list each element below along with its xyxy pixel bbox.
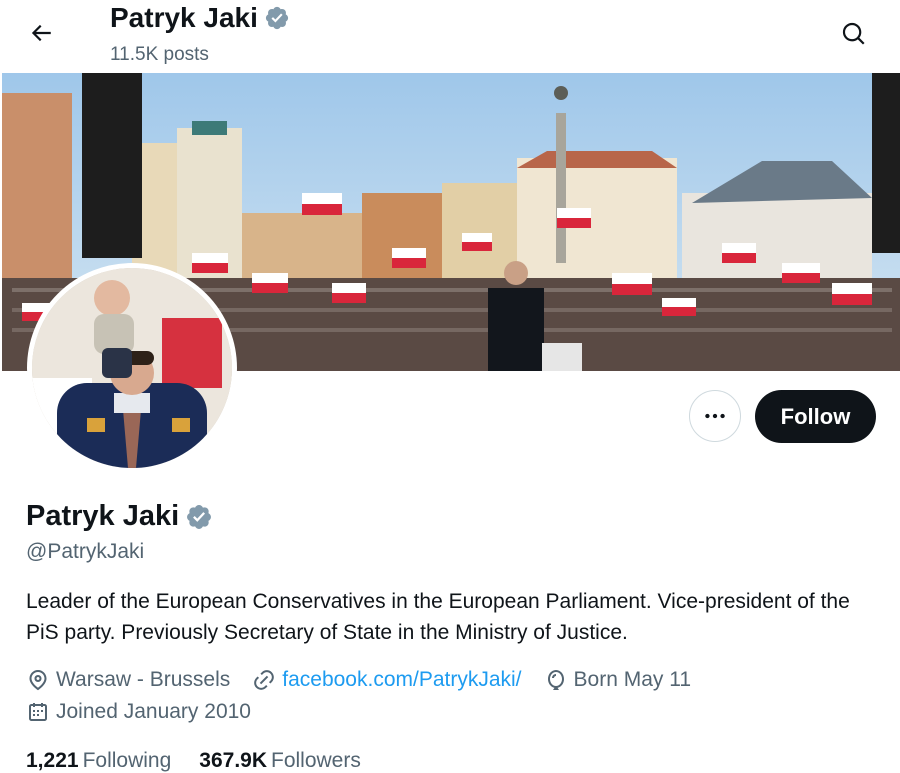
back-button[interactable] <box>22 14 60 52</box>
link-icon <box>254 670 275 690</box>
following-label: Following <box>82 749 172 772</box>
header-title: Patryk Jaki <box>110 2 290 34</box>
followers-label: Followers <box>271 749 361 772</box>
followers-count: 367.9K <box>199 749 267 772</box>
header-name: Patryk Jaki <box>110 2 258 33</box>
profile-handle: @PatrykJaki <box>26 540 145 563</box>
more-options-button[interactable] <box>689 390 741 442</box>
post-count: 11.5K posts <box>110 44 209 65</box>
calendar-icon <box>29 703 47 721</box>
following-link[interactable]: 1,221 Following <box>26 749 171 773</box>
search-icon <box>842 22 865 45</box>
profile-stats: 1,221 Following 367.9K Followers <box>26 749 389 773</box>
avatar-image <box>32 268 232 468</box>
website-link[interactable]: facebook.com/PatrykJaki/ <box>282 668 521 692</box>
followers-link[interactable]: 367.9K Followers <box>199 749 361 773</box>
verified-badge-icon[interactable] <box>185 503 213 531</box>
profile-joined-row: Joined January 2010 <box>26 700 273 724</box>
profile-bio: Leader of the European Conservatives in … <box>26 590 850 644</box>
follow-button[interactable]: Follow <box>755 390 876 443</box>
location-text: Warsaw - Brussels <box>56 668 231 691</box>
balloon-icon <box>547 670 564 690</box>
birthday-text: Born May 11 <box>573 668 692 691</box>
following-count: 1,221 <box>26 749 79 772</box>
birthday-item: Born May 11 <box>544 668 692 692</box>
search-button[interactable] <box>834 14 874 54</box>
back-arrow-icon <box>31 24 51 42</box>
verified-badge-icon <box>265 6 288 30</box>
joined-text: Joined January 2010 <box>56 700 251 723</box>
website-item: facebook.com/PatrykJaki/ <box>252 668 522 692</box>
joined-item: Joined January 2010 <box>26 700 251 724</box>
more-horizontal-icon <box>705 413 725 419</box>
top-bar: Patryk Jaki 11.5K posts <box>0 0 900 72</box>
profile-avatar[interactable] <box>27 263 237 473</box>
profile-name-text: Patryk Jaki <box>26 500 180 532</box>
profile-name: Patryk Jaki <box>26 500 213 533</box>
location-item: Warsaw - Brussels <box>26 668 230 692</box>
profile-meta-row: Warsaw - Brussels facebook.com/PatrykJak… <box>26 668 713 692</box>
location-pin-icon <box>29 670 47 691</box>
